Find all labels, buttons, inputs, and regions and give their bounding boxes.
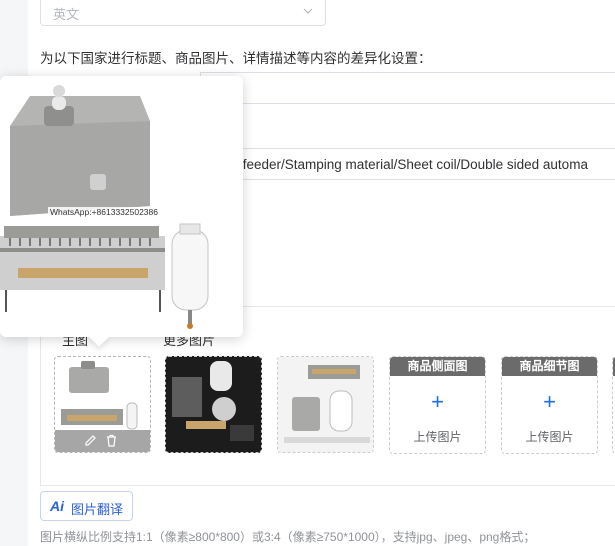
image-requirements-hint: 图片横纵比例支持1:1（像素≥800*800）或3:4（像素≥750*1000）… [40, 530, 536, 544]
title-input-value: il feeder/Stamping material/Sheet coil/D… [233, 157, 588, 172]
product-photo-2 [166, 357, 261, 452]
preview-watermark: WhatsApp:+8613332502386 [48, 207, 160, 217]
upload-side-image-header: 商品侧面图 [390, 357, 485, 376]
upload-side-image[interactable]: 商品侧面图 + 上传图片 [389, 356, 486, 454]
product-image-3[interactable] [277, 356, 374, 453]
product-image-1[interactable] [54, 356, 151, 453]
chevron-down-icon [303, 8, 313, 14]
upload-side-image-label: 上传图片 [413, 430, 462, 444]
plus-icon: + [543, 389, 556, 414]
image-translate-button[interactable]: Ai 图片翻译 [40, 491, 133, 521]
image-preview-popover: WhatsApp:+8613332502386 [0, 76, 243, 347]
delete-icon[interactable] [105, 434, 118, 447]
upload-detail-image-header: 商品细节图 [502, 357, 597, 376]
language-select-value: 英文 [53, 7, 80, 22]
image-translate-label: 图片翻译 [71, 502, 124, 517]
country-row-input[interactable] [200, 72, 615, 104]
product-photo-3 [278, 357, 373, 452]
country-diff-label: 为以下国家进行标题、商品图片、详情描述等内容的差异化设置： [40, 51, 432, 66]
plus-icon: + [431, 389, 444, 414]
upload-detail-image-label: 上传图片 [525, 430, 574, 444]
upload-detail-image[interactable]: 商品细节图 + 上传图片 [501, 356, 598, 454]
ai-icon: Ai [50, 498, 64, 514]
product-image-2[interactable] [165, 356, 262, 453]
language-select[interactable]: 英文 [40, 0, 326, 26]
edit-icon[interactable] [84, 434, 97, 447]
image-actions-overlay [55, 430, 150, 452]
title-input[interactable]: il feeder/Stamping material/Sheet coil/D… [200, 148, 615, 180]
